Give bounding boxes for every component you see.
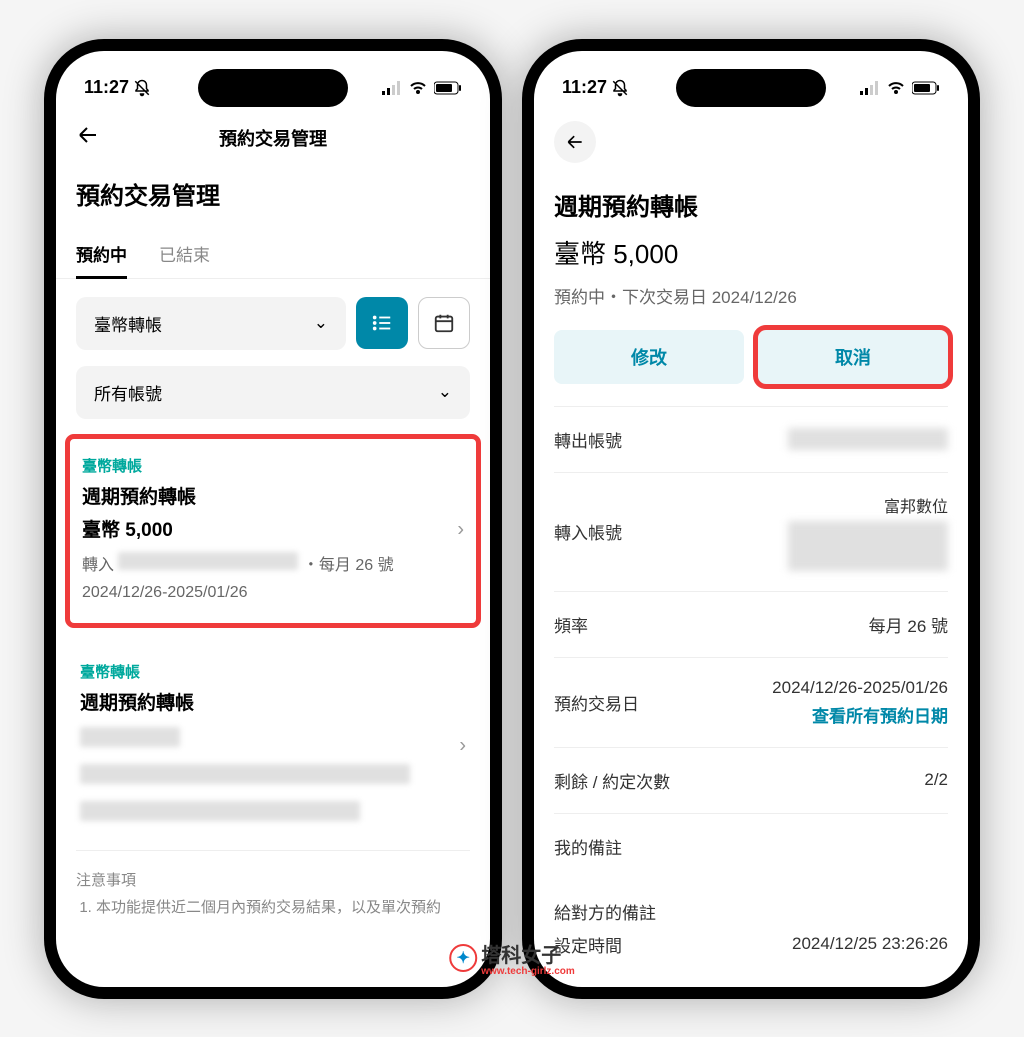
filter-row: 臺幣轉帳 ⌄ bbox=[56, 279, 490, 358]
dropdown-label: 臺幣轉帳 bbox=[94, 311, 162, 336]
detail-list: 轉出帳號 轉入帳號 富邦數位 頻率 每月 26 號 預約交易日 2024/12/… bbox=[534, 407, 968, 977]
action-row: 修改 取消 bbox=[534, 330, 968, 406]
signal-icon bbox=[382, 81, 402, 95]
row-in-account: 轉入帳號 富邦數位 bbox=[554, 472, 948, 591]
nav-bar: 預約交易管理 bbox=[56, 109, 490, 168]
row-set-time: 設定時間 2024/12/25 23:26:26 bbox=[554, 928, 948, 977]
card-amount: 臺幣 5,000 bbox=[82, 515, 464, 542]
value: 每月 26 號 bbox=[869, 612, 948, 637]
note-item: 本功能提供近二個月內預約交易結果，以及單次預約 bbox=[96, 896, 470, 917]
value: 2024/12/25 23:26:26 bbox=[792, 934, 948, 954]
battery-icon bbox=[912, 81, 940, 95]
detail-title: 週期預約轉帳 bbox=[534, 163, 968, 234]
view-all-dates-link[interactable]: 查看所有預約日期 bbox=[772, 702, 948, 727]
detail-amount: 臺幣 5,000 bbox=[534, 234, 968, 283]
redacted-line bbox=[80, 727, 180, 747]
label: 頻率 bbox=[554, 612, 588, 637]
wifi-icon bbox=[408, 81, 428, 95]
redacted-account bbox=[118, 552, 298, 570]
notes-section: 注意事項 本功能提供近二個月內預約交易結果，以及單次預約 bbox=[56, 869, 490, 917]
label: 給對方的備註 bbox=[554, 899, 656, 924]
wifi-icon bbox=[886, 81, 906, 95]
row-dates: 預約交易日 2024/12/26-2025/01/26 查看所有預約日期 bbox=[554, 657, 948, 747]
notch bbox=[198, 69, 348, 107]
value: 2/2 bbox=[924, 770, 948, 790]
chevron-right-icon: › bbox=[459, 735, 466, 758]
transfer-card-1[interactable]: 臺幣轉帳 週期預約轉帳 臺幣 5,000 轉入 ・每月 26 號 2024/12… bbox=[68, 437, 478, 625]
label: 轉入帳號 bbox=[554, 519, 622, 544]
chevron-down-icon: ⌄ bbox=[438, 382, 452, 402]
row-out-account: 轉出帳號 bbox=[554, 407, 948, 472]
status-time: 11:27 bbox=[562, 77, 607, 98]
nav-title: 預約交易管理 bbox=[219, 125, 327, 151]
account-label: 所有帳號 bbox=[94, 380, 162, 405]
modify-button[interactable]: 修改 bbox=[554, 330, 744, 384]
calendar-view-button[interactable] bbox=[418, 297, 470, 349]
redacted-line bbox=[80, 764, 410, 784]
redacted-value bbox=[788, 428, 948, 450]
list-icon bbox=[371, 312, 393, 334]
tab-ended[interactable]: 已結束 bbox=[159, 229, 210, 278]
tab-active[interactable]: 預約中 bbox=[76, 229, 127, 278]
notch bbox=[676, 69, 826, 107]
card-dates: 2024/12/26-2025/01/26 bbox=[82, 579, 464, 606]
phone-right: 11:27 週期預約轉帳 臺幣 5,000 預約中・下次交易日 2024/12/… bbox=[522, 39, 980, 999]
row-frequency: 頻率 每月 26 號 bbox=[554, 591, 948, 657]
phone-left: 11:27 預約交易管理 預約交易管理 預約中 已結束 臺幣轉帳 ⌄ bbox=[44, 39, 502, 999]
chevron-down-icon: ⌄ bbox=[314, 313, 328, 333]
back-button[interactable] bbox=[76, 123, 100, 154]
chevron-right-icon: › bbox=[457, 519, 464, 542]
screen-left: 11:27 預約交易管理 預約交易管理 預約中 已結束 臺幣轉帳 ⌄ bbox=[56, 51, 490, 987]
arrow-left-icon bbox=[76, 123, 100, 147]
label: 預約交易日 bbox=[554, 690, 639, 715]
watermark: ✦ 塔科女子 www.tech-girlz.com bbox=[449, 939, 575, 977]
row-remaining: 剩餘 / 約定次數 2/2 bbox=[554, 747, 948, 813]
redacted-line bbox=[80, 801, 360, 821]
dnd-icon bbox=[133, 79, 151, 97]
card-meta: 轉入 ・每月 26 號 bbox=[82, 552, 464, 579]
screen-right: 11:27 週期預約轉帳 臺幣 5,000 預約中・下次交易日 2024/12/… bbox=[534, 51, 968, 987]
value: 2024/12/26-2025/01/26 查看所有預約日期 bbox=[772, 678, 948, 727]
card-tag: 臺幣轉帳 bbox=[82, 455, 464, 476]
label: 我的備註 bbox=[554, 834, 622, 859]
label: 剩餘 / 約定次數 bbox=[554, 768, 670, 793]
status-time: 11:27 bbox=[84, 77, 129, 98]
page-title: 預約交易管理 bbox=[56, 168, 490, 229]
card-title: 週期預約轉帳 bbox=[80, 688, 466, 715]
value: 富邦數位 bbox=[788, 493, 948, 571]
notes-title: 注意事項 bbox=[76, 869, 470, 890]
row-my-note: 我的備註 bbox=[554, 813, 948, 879]
signal-icon bbox=[860, 81, 880, 95]
dnd-icon bbox=[611, 79, 629, 97]
label: 轉出帳號 bbox=[554, 427, 622, 452]
detail-status: 預約中・下次交易日 2024/12/26 bbox=[534, 283, 968, 330]
battery-icon bbox=[434, 81, 462, 95]
transfer-card-2[interactable]: 臺幣轉帳 週期預約轉帳 › bbox=[76, 643, 470, 851]
transfer-type-dropdown[interactable]: 臺幣轉帳 ⌄ bbox=[76, 297, 346, 350]
card-tag: 臺幣轉帳 bbox=[80, 661, 466, 682]
row-their-note: 給對方的備註 bbox=[554, 879, 948, 928]
account-dropdown[interactable]: 所有帳號 ⌄ bbox=[76, 366, 470, 419]
arrow-left-icon bbox=[565, 132, 585, 152]
cancel-button[interactable]: 取消 bbox=[758, 330, 948, 384]
redacted-value bbox=[788, 521, 948, 571]
calendar-icon bbox=[433, 312, 455, 334]
tabs: 預約中 已結束 bbox=[56, 229, 490, 279]
back-button[interactable] bbox=[554, 121, 596, 163]
list-view-button[interactable] bbox=[356, 297, 408, 349]
card-title: 週期預約轉帳 bbox=[82, 482, 464, 509]
logo-icon: ✦ bbox=[449, 944, 477, 972]
